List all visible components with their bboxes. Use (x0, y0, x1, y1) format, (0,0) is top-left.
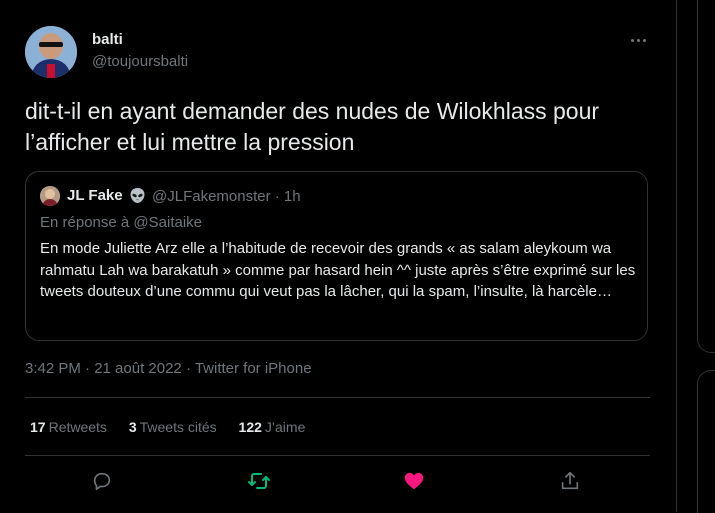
tweet-timestamp[interactable]: 3:42 PM · 21 août 2022 · Twitter for iPh… (25, 360, 312, 377)
quoted-avatar (40, 186, 60, 206)
reply-icon[interactable] (90, 469, 114, 493)
retweets-label: Retweets (48, 419, 107, 435)
author-avatar[interactable] (25, 26, 77, 78)
author-name[interactable]: balti (92, 31, 123, 48)
likes-label: J’aime (264, 419, 306, 435)
sidebar-panel (697, 370, 715, 513)
retweets-count: 17 (30, 419, 46, 435)
likes-stat[interactable]: 122 J’aime (239, 419, 306, 435)
tweet-detail: balti @toujoursbalti dit-t-il en ayant d… (0, 0, 677, 512)
share-icon[interactable] (558, 469, 582, 493)
quoted-tweet[interactable]: JL Fake @JLFakemonster · 1h En réponse à… (25, 171, 648, 341)
tweet-text: dit-t-il en ayant demander des nudes de … (25, 98, 600, 155)
author-handle[interactable]: @toujoursbalti (92, 53, 188, 70)
action-bar (0, 465, 676, 499)
sidebar-panel (697, 0, 715, 353)
divider (25, 397, 650, 398)
divider (25, 455, 650, 456)
reply-prefix: En réponse à (40, 214, 134, 231)
quoted-reply-context: En réponse à @Saitaike (40, 214, 202, 231)
quoted-author-name: JL Fake (67, 187, 123, 204)
like-icon[interactable] (402, 469, 426, 493)
engagement-stats: 17 Retweets 3 Tweets cités 122 J’aime (30, 419, 323, 435)
alien-icon (129, 187, 146, 204)
more-options-icon[interactable] (624, 30, 652, 50)
likes-count: 122 (238, 419, 262, 435)
quotes-label: Tweets cités (139, 419, 217, 435)
quotes-count: 3 (128, 419, 137, 435)
retweet-icon[interactable] (247, 469, 271, 493)
quotes-stat[interactable]: 3 Tweets cités (129, 419, 217, 435)
retweets-stat[interactable]: 17 Retweets (30, 419, 107, 435)
quoted-handle-time: @JLFakemonster · 1h (152, 188, 301, 205)
reply-to-handle[interactable]: @Saitaike (133, 214, 202, 231)
quoted-text: En mode Juliette Arz elle a l’habitude d… (40, 240, 636, 300)
